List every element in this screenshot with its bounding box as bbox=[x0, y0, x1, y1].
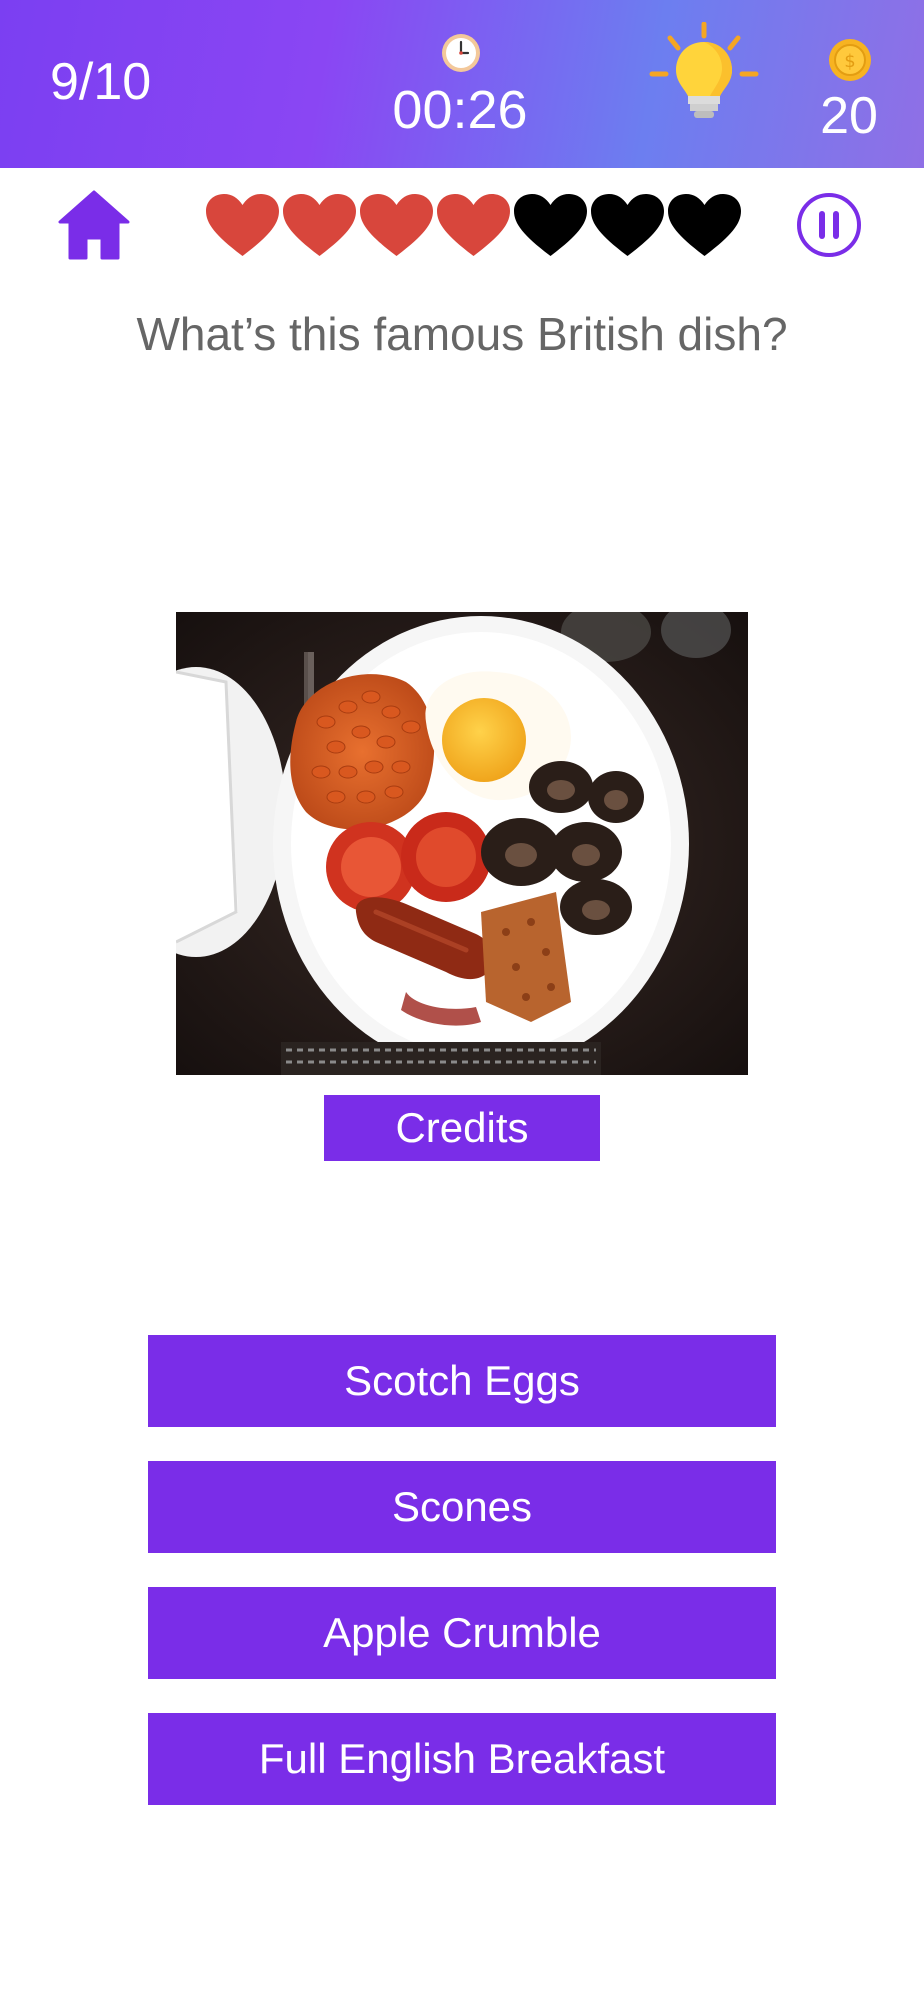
header-bar: 9/10 00:26 $ 20 bbox=[0, 0, 924, 168]
pause-icon[interactable] bbox=[796, 192, 862, 258]
lives-indicator bbox=[206, 194, 741, 260]
heart-full-icon bbox=[360, 194, 433, 256]
answer-option-1[interactable]: Scotch Eggs bbox=[148, 1335, 776, 1427]
quiz-screen: 9/10 00:26 $ 20 What’s this famous Briti… bbox=[0, 0, 924, 2000]
dish-photo bbox=[176, 612, 748, 1075]
question-progress: 9/10 bbox=[50, 53, 152, 111]
coin-count: 20 bbox=[820, 87, 878, 145]
answer-option-3[interactable]: Apple Crumble bbox=[148, 1587, 776, 1679]
heart-empty-icon bbox=[591, 194, 664, 256]
answer-option-2[interactable]: Scones bbox=[148, 1461, 776, 1553]
heart-empty-icon bbox=[514, 194, 587, 256]
answer-option-4[interactable]: Full English Breakfast bbox=[148, 1713, 776, 1805]
heart-full-icon bbox=[206, 194, 279, 256]
heart-full-icon bbox=[283, 194, 356, 256]
lightbulb-icon[interactable] bbox=[648, 22, 760, 134]
clock-icon bbox=[442, 34, 480, 72]
svg-text:$: $ bbox=[844, 51, 855, 72]
answer-options: Scotch Eggs Scones Apple Crumble Full En… bbox=[148, 1335, 776, 1839]
home-icon[interactable] bbox=[56, 188, 132, 264]
credits-button[interactable]: Credits bbox=[324, 1095, 600, 1161]
heart-full-icon bbox=[437, 194, 510, 256]
timer: 00:26 bbox=[392, 80, 528, 140]
coin-icon: $ bbox=[829, 39, 871, 81]
heart-empty-icon bbox=[668, 194, 741, 256]
question-text: What’s this famous British dish? bbox=[136, 308, 788, 360]
